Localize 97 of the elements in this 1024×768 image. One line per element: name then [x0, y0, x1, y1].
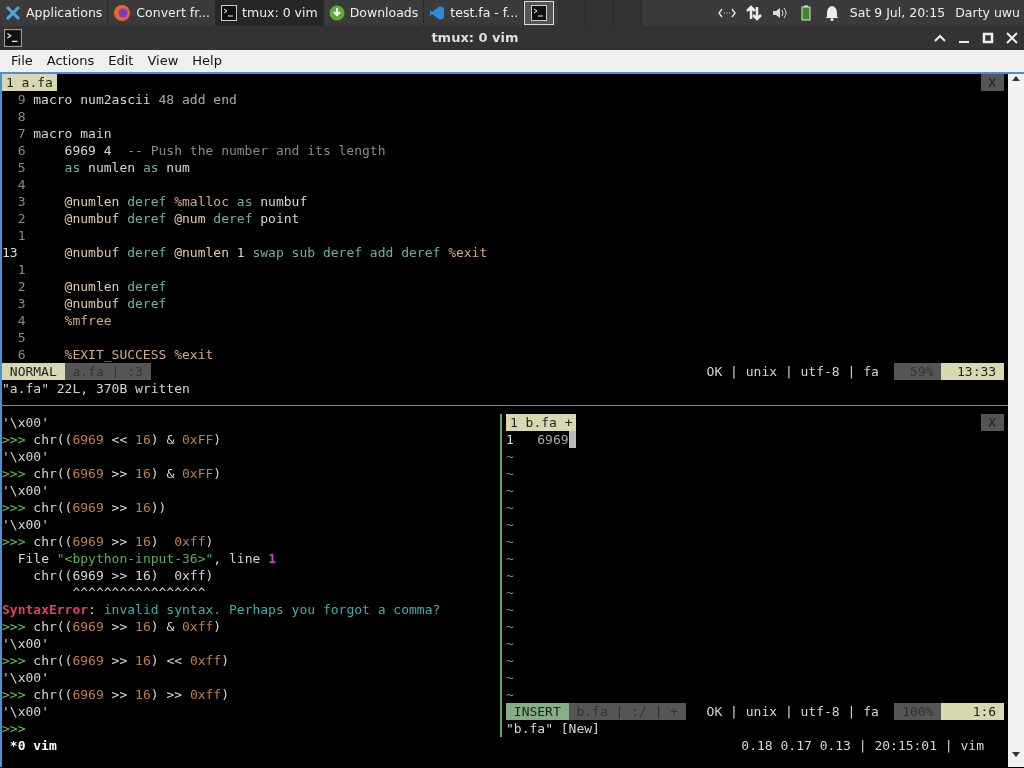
scrollbar[interactable]: [1008, 74, 1024, 767]
console-line: '\x00': [2, 448, 49, 465]
empty-line-marker: ~: [506, 669, 514, 686]
empty-line-marker: ~: [506, 635, 514, 652]
console-line: SyntaxError: invalid syntax. Perhaps you forgot a comma?: [2, 601, 441, 618]
code-text: 6969: [537, 431, 569, 448]
empty-line-marker: ~: [506, 652, 514, 669]
volume-icon[interactable]: [771, 5, 788, 21]
code-text: @numlen deref: [63, 278, 167, 295]
line-number: 7: [16, 125, 27, 142]
console-line: >>> chr((6969 >> 16) << 0xff): [2, 652, 229, 669]
code-editor-icon: [429, 5, 446, 21]
empty-line-marker: ~: [506, 465, 514, 482]
code-text: @numbuf deref @numlen 1 swap sub deref add deref %exit: [63, 244, 488, 261]
menu-item[interactable]: Help: [185, 49, 229, 73]
console-line: >>> chr((6969 >> 16)): [2, 499, 167, 516]
line-number: 5: [16, 159, 27, 176]
user-name[interactable]: Darty uwu: [955, 3, 1020, 23]
status-message: "a.fa" 22L, 370B written: [2, 380, 190, 397]
cursor-position: 13:33: [941, 363, 1004, 380]
menu-item[interactable]: Actions: [39, 49, 102, 73]
taskbar-button[interactable]: tmux: 0 vim: [216, 0, 324, 26]
clock-text[interactable]: Sat 9 Jul, 20:15: [849, 3, 946, 23]
empty-line-marker: ~: [506, 516, 514, 533]
transfer-arrows-icon[interactable]: [745, 5, 762, 21]
console-line: '\x00': [2, 482, 49, 499]
line-number: 1: [506, 431, 515, 448]
line-number: 4: [16, 176, 27, 193]
console-line: '\x00': [2, 414, 49, 431]
line-number: 2: [16, 278, 27, 295]
empty-line-marker: ~: [506, 601, 514, 618]
mouse-logo-icon: [5, 5, 21, 21]
empty-line-marker: ~: [506, 482, 514, 499]
scroll-down-icon[interactable]: [1011, 751, 1021, 759]
console-line: '\x00': [2, 703, 49, 720]
empty-line-marker: ~: [506, 584, 514, 601]
console-line: '\x00': [2, 516, 49, 533]
menu-item[interactable]: File: [4, 49, 40, 73]
line-number: 6: [16, 142, 27, 159]
window-title: tmux: 0 vim: [431, 30, 519, 46]
empty-line-marker: ~: [506, 686, 514, 703]
cursor-position: 1:6: [941, 703, 1004, 720]
code-text: macro num2ascii 48 add end: [33, 91, 237, 108]
code-text: @numbuf deref @num deref point: [63, 210, 300, 227]
line-number: 9: [16, 91, 27, 108]
empty-line-marker: ~: [506, 533, 514, 550]
code-text: @numlen deref %malloc as numbuf: [63, 193, 308, 210]
download-icon: [328, 5, 345, 21]
line-number: 4: [16, 312, 27, 329]
line-number: 3: [16, 295, 27, 312]
console-line: >>>: [2, 720, 26, 737]
console-line: >>> chr((6969 >> 16) >> 0xff): [2, 686, 229, 703]
mode-indicator: INSERT: [506, 703, 569, 720]
code-text: as numlen as num: [63, 159, 190, 176]
empty-line-marker: ~: [506, 499, 514, 516]
bell-icon[interactable]: [823, 5, 840, 21]
line-number: 1: [16, 261, 27, 278]
terminal-icon: [531, 5, 548, 21]
console-line: '\x00': [2, 635, 49, 652]
empty-line-marker: ~: [506, 567, 514, 584]
file-format-info: OK | unix | utf-8 | fa: [706, 703, 879, 720]
text-cursor: [568, 431, 577, 448]
line-number: 13: [2, 244, 19, 261]
code-text: macro main: [33, 125, 112, 142]
console-line: ^^^^^^^^^^^^^^^^^: [71, 584, 206, 601]
code-text: %EXIT_SUCCESS %exit: [63, 346, 214, 363]
console-line: >>> chr((6969 << 16) & 0xFF): [2, 431, 222, 448]
editor-tab[interactable]: 1 b.fa +: [506, 414, 577, 431]
line-number: 6: [16, 346, 27, 363]
fox-globe-icon: [113, 4, 132, 22]
empty-line-marker: ~: [506, 618, 514, 635]
empty-line-marker: ~: [506, 550, 514, 567]
editor-tab[interactable]: 1 a.fa: [2, 74, 57, 91]
console-line: >>> chr((6969 >> 16) & 0xFF): [2, 465, 222, 482]
console-line: File "<bpython-input-36>", line 1: [16, 550, 276, 567]
mode-indicator: NORMAL: [2, 363, 65, 380]
code-text: 6969 4 -- Push the number and its length: [63, 142, 386, 159]
line-number: 8: [16, 108, 27, 125]
code-text: %mfree: [63, 312, 112, 329]
line-number: 5: [16, 329, 27, 346]
line-number: 3: [16, 193, 27, 210]
file-format-info: OK | unix | utf-8 | fa: [706, 363, 879, 380]
tmux-status-info: 0.18 0.17 0.13 | 20:15:01 | vim: [741, 737, 984, 754]
tmux-window-label[interactable]: *0 vim: [9, 737, 57, 754]
terminal-icon: [221, 5, 238, 21]
terminal-icon: [4, 29, 22, 47]
empty-line-marker: ~: [506, 448, 514, 465]
console-line: '\x00': [2, 669, 49, 686]
line-number: 2: [16, 210, 27, 227]
console-line: >>> chr((6969 >> 16) 0xff): [2, 533, 214, 550]
console-line: chr((6969 >> 16) 0xff): [32, 567, 214, 584]
line-number: 1: [16, 227, 27, 244]
menu-item[interactable]: Edit: [101, 49, 141, 73]
code-text: @numbuf deref: [63, 295, 167, 312]
menu-item[interactable]: View: [140, 49, 186, 73]
status-message: "b.fa" [New]: [506, 720, 600, 737]
console-line: >>> chr((6969 >> 16) & 0xff): [2, 618, 222, 635]
